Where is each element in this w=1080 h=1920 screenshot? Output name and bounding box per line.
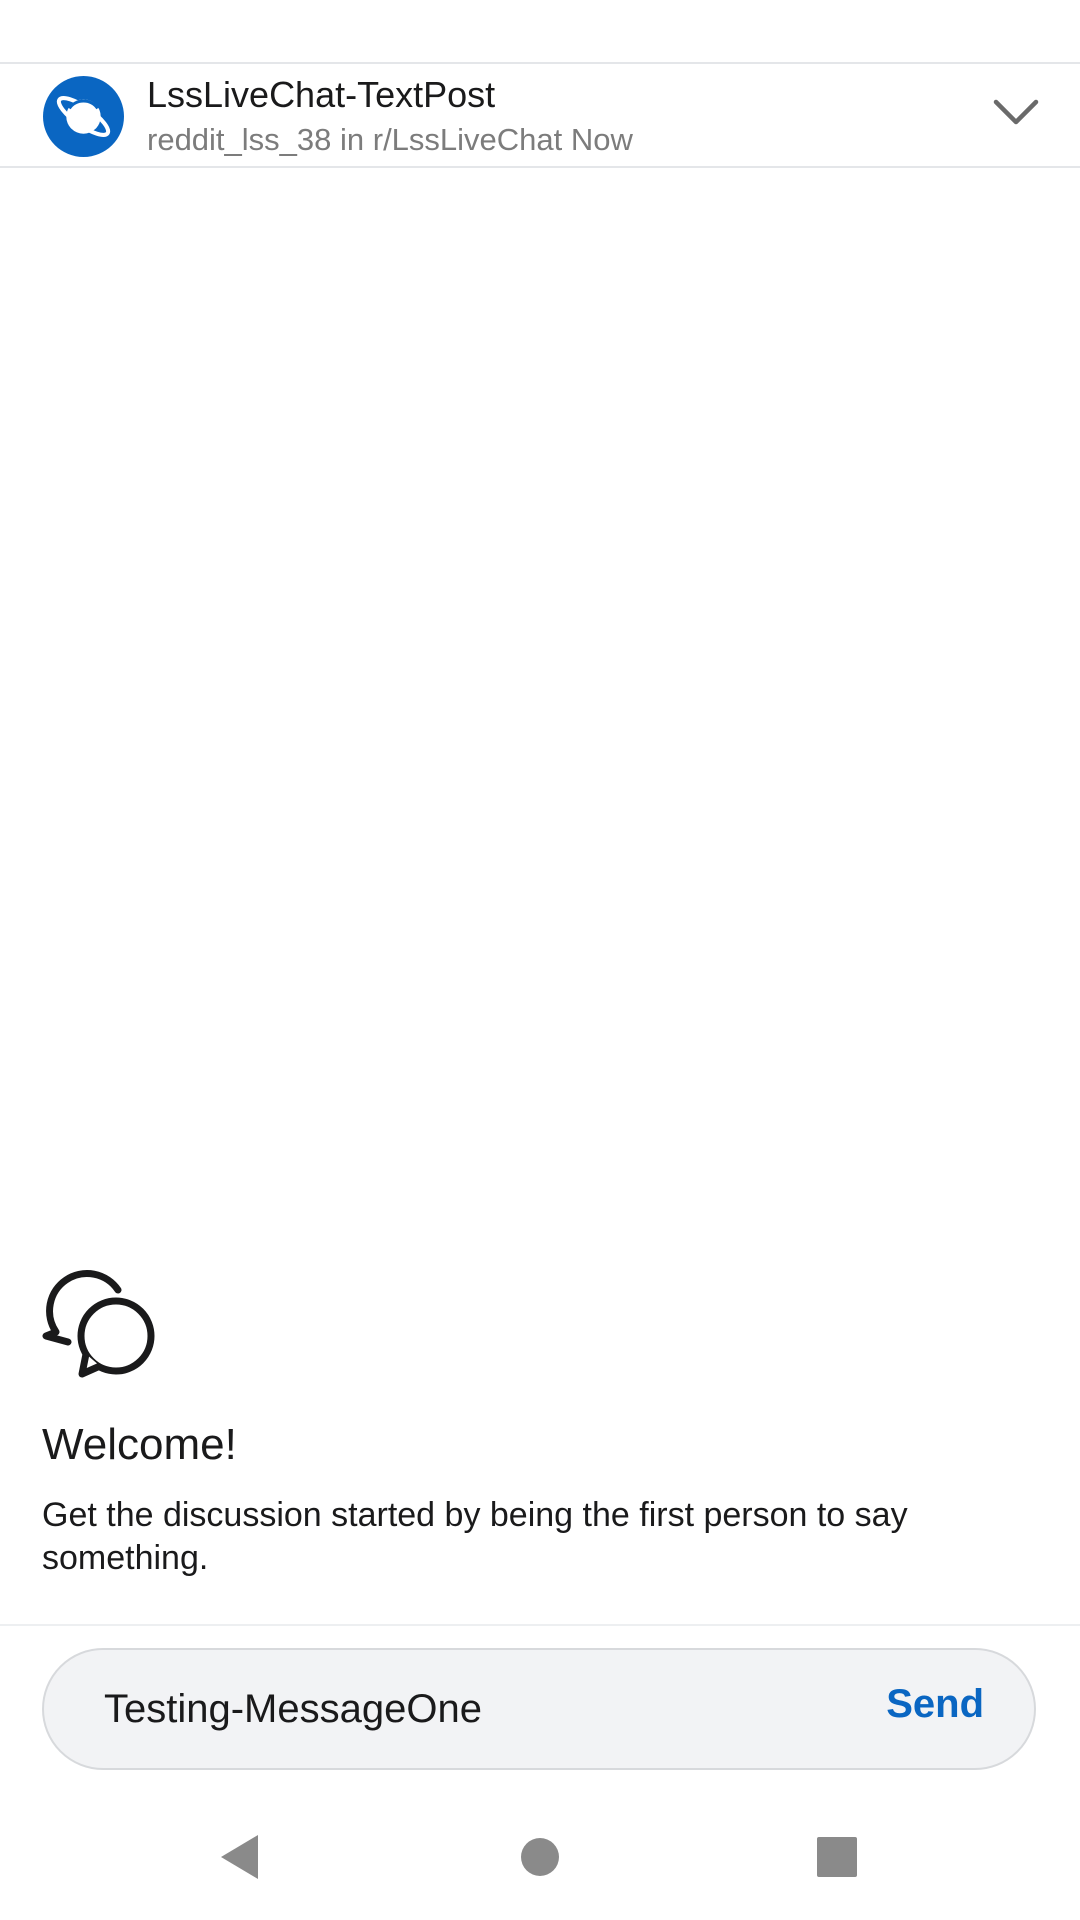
post-title: LssLiveChat-TextPost <box>147 74 496 115</box>
back-button[interactable] <box>205 1822 275 1892</box>
post-header[interactable]: LssLiveChat-TextPost reddit_lss_38 in r/… <box>0 64 1080 168</box>
chevron-down-icon <box>993 99 1039 125</box>
system-nav-bar <box>0 1794 1080 1920</box>
recents-button[interactable] <box>802 1822 872 1892</box>
recents-icon <box>817 1837 857 1877</box>
message-input[interactable] <box>104 1678 824 1740</box>
chat-screen: LssLiveChat-TextPost reddit_lss_38 in r/… <box>0 0 1080 1920</box>
send-button[interactable]: Send <box>886 1682 984 1727</box>
post-meta: reddit_lss_38 in r/LssLiveChat Now <box>147 122 633 157</box>
welcome-title: Welcome! <box>42 1420 237 1469</box>
back-icon <box>221 1835 258 1879</box>
home-icon <box>521 1838 559 1876</box>
empty-state: Welcome! Get the discussion started by b… <box>42 1262 1042 1580</box>
welcome-message: Get the discussion started by being the … <box>42 1496 908 1577</box>
collapse-button[interactable] <box>976 82 1056 142</box>
message-composer: Send <box>0 1624 1080 1796</box>
message-input-container[interactable]: Send <box>42 1648 1036 1770</box>
top-bar <box>0 0 1080 64</box>
chat-bubbles-icon <box>42 1270 155 1378</box>
home-button[interactable] <box>505 1822 575 1892</box>
planet-icon <box>43 76 124 157</box>
